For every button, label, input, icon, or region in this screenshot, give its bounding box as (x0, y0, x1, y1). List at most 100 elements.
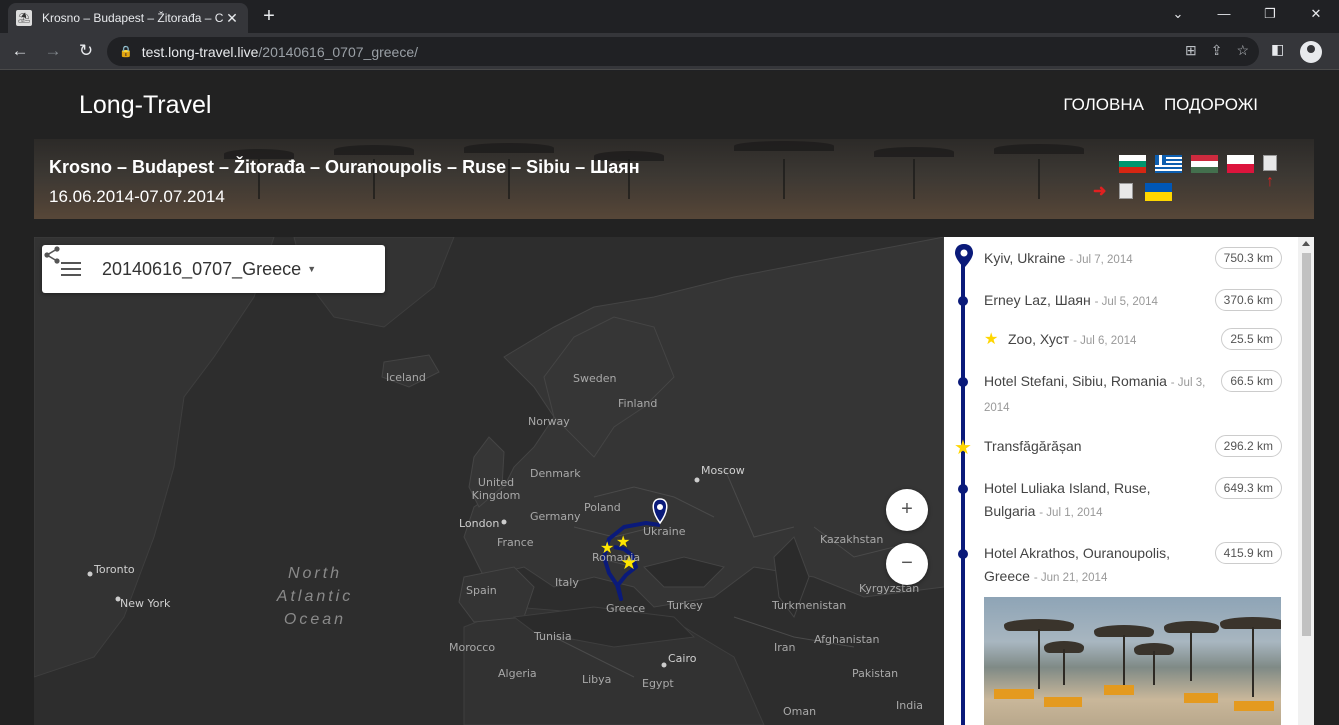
language-flags: ↑ ➜ (1093, 153, 1299, 213)
stop-name: Erney Laz, Шаян - Jul 5, 2014 (984, 292, 1158, 308)
tab-close-icon[interactable]: ✕ (224, 10, 240, 27)
red-arrow-up-icon: ↑ (1266, 173, 1274, 190)
map-label: Greece (606, 602, 646, 615)
map-label: Pakistan (852, 667, 899, 680)
map-label-city: New York (120, 597, 171, 610)
distance-badge: 370.6 km (1214, 289, 1282, 311)
map-label: Libya (582, 673, 612, 686)
map-label: Iceland (386, 371, 426, 384)
minimize-icon[interactable]: — (1201, 0, 1247, 30)
map-label: Poland (584, 501, 621, 514)
share-page-icon[interactable]: ⇪ (1211, 42, 1223, 59)
browser-toolbar: ← → ↻ 🔒 test.long-travel.live/20140616_0… (0, 33, 1339, 70)
map-label: Sweden (573, 372, 617, 385)
flag-ukraine-icon[interactable] (1145, 183, 1172, 201)
zoom-in-button[interactable]: + (886, 489, 928, 531)
back-icon[interactable]: ← (8, 39, 32, 63)
map-label: Oman (783, 705, 817, 718)
tab-search-icon[interactable]: ⌄ (1155, 0, 1201, 30)
new-tab-button[interactable]: + (258, 6, 280, 28)
map-label: Morocco (449, 641, 496, 654)
itinerary-scrollbar[interactable] (1298, 237, 1314, 725)
profile-avatar[interactable] (1300, 41, 1322, 63)
restore-icon[interactable]: ❐ (1247, 0, 1293, 30)
close-window-icon[interactable]: ✕ (1293, 0, 1339, 30)
url-host: test.long-travel.live (141, 43, 259, 60)
route-map[interactable]: ★ ★ ★ Iceland Sweden Finland Norway Denm… (34, 237, 944, 725)
map-label: Turkmenistan (772, 599, 847, 612)
menu-icon[interactable] (61, 262, 81, 276)
map-label-city: Cairo (668, 652, 697, 665)
distance-badge: 415.9 km (1214, 542, 1282, 564)
broken-flag-icon[interactable] (1263, 155, 1277, 171)
distance-badge: 750.3 km (1214, 247, 1282, 269)
broken-flag-icon[interactable] (1119, 183, 1133, 199)
distance-badge: 296.2 km (1214, 435, 1282, 457)
forward-icon[interactable]: → (41, 39, 65, 63)
map-label-city: Toronto (94, 563, 135, 576)
map-label: Kazakhstan (820, 533, 884, 546)
map-label: Iran (774, 641, 796, 654)
scroll-thumb[interactable] (1302, 253, 1311, 636)
page: Long-Travel ГОЛОВНА ПОДОРОЖІ Krosno – Bu… (0, 71, 1339, 725)
map-title[interactable]: 20140616_0707_Greece (102, 259, 301, 280)
map-label: United Kingdom (471, 476, 521, 502)
map-label: Afghanistan (814, 633, 880, 646)
stop-photo[interactable] (984, 597, 1281, 725)
side-panel-icon[interactable]: ◧ (1271, 41, 1284, 58)
trip-dates: 16.06.2014-07.07.2014 (49, 187, 225, 206)
url-path: /20140616_0707_greece/ (258, 43, 419, 60)
flag-hungary-icon[interactable] (1191, 155, 1218, 173)
map-label: Spain (466, 584, 497, 597)
map-label: France (497, 536, 534, 549)
flag-bulgaria-icon[interactable] (1119, 155, 1146, 173)
ocean-label: North Atlantic Ocean (276, 565, 354, 628)
browser-tabbar: ⛱ Krosno – Budapest – Žitorađa – C ✕ + ⌄… (0, 0, 1339, 33)
map-label-city: Moscow (701, 464, 745, 477)
distance-badge: 649.3 km (1214, 477, 1282, 499)
stop-dot-icon (958, 549, 968, 559)
bookmark-star-icon[interactable]: ☆ (1236, 42, 1249, 59)
location-pin-icon (955, 244, 973, 268)
map-title-control: 20140616_0707_Greece ▼ (42, 245, 385, 293)
address-bar[interactable]: 🔒 test.long-travel.live/20140616_0707_gr… (107, 37, 1259, 66)
nav-trips-link[interactable]: ПОДОРОЖІ (1164, 95, 1258, 115)
map-label: Romania (592, 551, 641, 564)
site-favicon: ⛱ (16, 10, 32, 26)
trip-header: Krosno – Budapest – Žitorađa – Ouranoupo… (34, 139, 1314, 219)
trip-title: Krosno – Budapest – Žitorađa – Ouranoupo… (49, 157, 640, 177)
stop-name: Kyiv, Ukraine - Jul 7, 2014 (984, 250, 1133, 266)
distance-badge: 66.5 km (1221, 370, 1282, 392)
stop-name: Hotel Luliaka Island, Ruse, Bulgaria - J… (984, 480, 1151, 519)
map-label: Italy (555, 576, 579, 589)
translate-icon[interactable]: ⊞ (1185, 42, 1197, 59)
map-label: Germany (530, 510, 581, 523)
reload-icon[interactable]: ↻ (74, 39, 98, 63)
itinerary-panel: Kyiv, Ukraine - Jul 7, 2014 750.3 km Ern… (944, 237, 1314, 725)
map-label: Denmark (530, 467, 581, 480)
map-label: Egypt (642, 677, 674, 690)
site-brand[interactable]: Long-Travel (79, 91, 211, 120)
lock-icon[interactable]: 🔒 (119, 45, 133, 58)
browser-tab[interactable]: ⛱ Krosno – Budapest – Žitorađa – C ✕ (8, 3, 248, 33)
stop-dot-icon (958, 296, 968, 306)
flag-greece-icon[interactable] (1155, 155, 1182, 173)
red-arrow-right-icon: ➜ (1093, 183, 1107, 200)
stop-name: Hotel Akrathos, Ouranoupolis, Greece - J… (984, 545, 1170, 584)
caret-down-icon[interactable]: ▼ (307, 264, 316, 274)
zoom-out-button[interactable]: − (886, 543, 928, 585)
scroll-up-icon[interactable] (1302, 241, 1310, 246)
map-label: Algeria (498, 667, 537, 680)
stop-name: Zoo, Хуст - Jul 6, 2014 (1008, 331, 1137, 347)
map-label: Norway (528, 415, 570, 428)
map-label: Finland (618, 397, 658, 410)
flag-poland-icon[interactable] (1227, 155, 1254, 173)
star-icon: ★ (984, 331, 999, 348)
svg-text:★: ★ (616, 532, 630, 551)
stop-name: Hotel Stefani, Sibiu, Romania - Jul 3, 2… (984, 373, 1206, 414)
top-nav: ГОЛОВНА ПОДОРОЖІ (1063, 95, 1258, 115)
map-label: Tunisia (534, 630, 572, 643)
nav-home-link[interactable]: ГОЛОВНА (1063, 95, 1144, 115)
tab-title: Krosno – Budapest – Žitorađa – C (42, 11, 224, 25)
distance-badge: 25.5 km (1221, 328, 1282, 350)
